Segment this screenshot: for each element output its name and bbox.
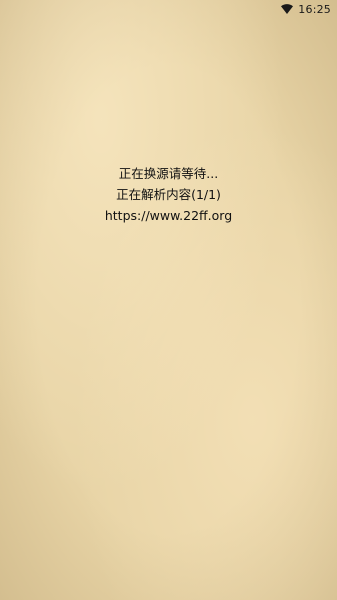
parsing-progress-text: 正在解析内容(1/1) [116,187,221,202]
loading-message: 正在换源请等待... 正在解析内容(1/1) https://www.22ff.… [0,163,337,226]
switching-source-text: 正在换源请等待... [118,166,219,181]
source-url-text: https://www.22ff.org [104,208,233,223]
wifi-icon [281,4,294,14]
status-bar: 16:25 [0,0,337,18]
status-time: 16:25 [298,2,331,16]
